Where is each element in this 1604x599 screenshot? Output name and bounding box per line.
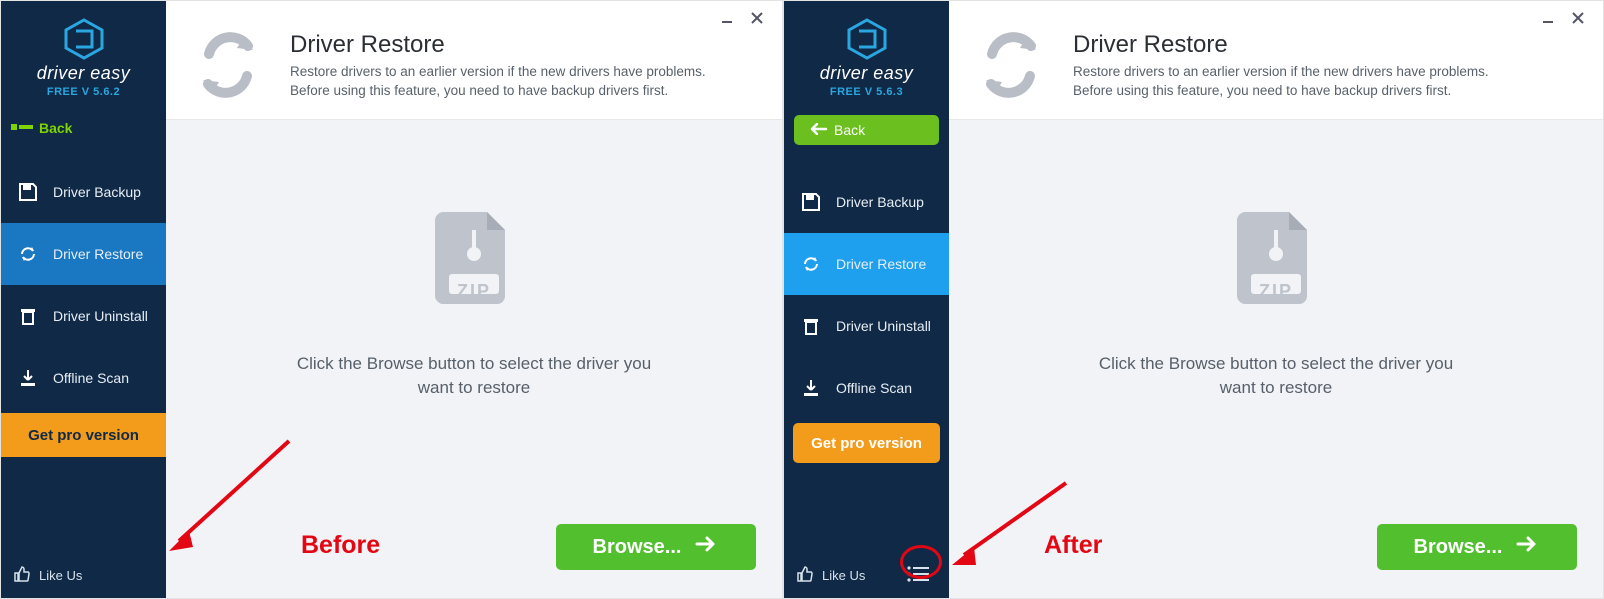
minimize-button[interactable] bbox=[712, 7, 742, 29]
sidebar-item-label: Driver Uninstall bbox=[836, 318, 931, 334]
sidebar-item-driver-restore[interactable]: Driver Restore bbox=[1, 223, 166, 285]
browse-label: Browse... bbox=[593, 536, 682, 559]
get-pro-button[interactable]: Get pro version bbox=[1, 413, 166, 457]
sidebar-item-driver-restore[interactable]: Driver Restore bbox=[784, 233, 949, 295]
sidebar-nav: Driver Backup Driver Restore Driver Unin… bbox=[1, 161, 166, 409]
like-us-button[interactable]: Like Us bbox=[796, 565, 865, 586]
download-icon bbox=[800, 378, 822, 398]
main-panel: Driver Restore Restore drivers to an ear… bbox=[166, 1, 782, 598]
sidebar-bottom-bar: Like Us bbox=[1, 552, 166, 598]
logo-icon bbox=[62, 17, 106, 61]
close-button[interactable] bbox=[1563, 7, 1593, 29]
thumbs-up-icon bbox=[13, 565, 31, 586]
content-area: ZIP Click the Browse button to select th… bbox=[166, 119, 782, 598]
arrow-right-icon bbox=[1516, 535, 1540, 559]
zip-file-icon: ZIP bbox=[1237, 208, 1315, 330]
like-us-label: Like Us bbox=[822, 568, 865, 583]
browse-button[interactable]: Browse... bbox=[556, 524, 756, 570]
sidebar-item-driver-backup[interactable]: Driver Backup bbox=[1, 161, 166, 223]
refresh-icon bbox=[800, 254, 822, 274]
close-button[interactable] bbox=[742, 7, 772, 29]
thumbs-up-icon bbox=[796, 565, 814, 586]
sidebar-item-label: Driver Backup bbox=[53, 184, 141, 200]
trash-icon bbox=[800, 316, 822, 336]
drop-zone-caption: Click the Browse button to select the dr… bbox=[297, 352, 651, 400]
sidebar-item-label: Offline Scan bbox=[836, 380, 912, 396]
main-header: Driver Restore Restore drivers to an ear… bbox=[949, 29, 1603, 119]
get-pro-label: Get pro version bbox=[811, 435, 922, 452]
back-button[interactable]: Back bbox=[794, 115, 939, 145]
like-us-button[interactable]: Like Us bbox=[13, 565, 82, 586]
annotation-after-label: After bbox=[1044, 531, 1102, 560]
restore-header-icon bbox=[188, 31, 268, 99]
arrow-right-icon bbox=[695, 535, 719, 559]
page-description: Restore drivers to an earlier version if… bbox=[1073, 63, 1585, 101]
sidebar-bottom-bar: Like Us bbox=[784, 552, 949, 598]
page-title: Driver Restore bbox=[290, 31, 764, 59]
sidebar-item-label: Driver Backup bbox=[836, 194, 924, 210]
sidebar-item-offline-scan[interactable]: Offline Scan bbox=[1, 347, 166, 409]
drop-zone-caption: Click the Browse button to select the dr… bbox=[1099, 352, 1453, 400]
zip-file-icon: ZIP bbox=[435, 208, 513, 330]
get-pro-button[interactable]: Get pro version bbox=[793, 423, 940, 463]
sidebar-nav: Driver Backup Driver Restore Driver Unin… bbox=[784, 171, 949, 419]
window-controls bbox=[949, 1, 1603, 29]
download-icon bbox=[17, 368, 39, 388]
window-controls bbox=[166, 1, 782, 29]
back-label: Back bbox=[39, 120, 72, 136]
menu-button[interactable] bbox=[899, 560, 937, 590]
refresh-icon bbox=[17, 244, 39, 264]
sidebar-item-label: Driver Restore bbox=[836, 256, 926, 272]
page-title: Driver Restore bbox=[1073, 31, 1585, 59]
brand-text: driver easy bbox=[37, 63, 131, 84]
arrow-left-icon bbox=[11, 120, 33, 136]
sidebar: driver easy FREE V 5.6.3 Back Driver Bac… bbox=[784, 1, 949, 598]
sidebar-item-label: Driver Uninstall bbox=[53, 308, 148, 324]
sidebar-item-label: Offline Scan bbox=[53, 370, 129, 386]
arrow-left-icon bbox=[808, 122, 828, 138]
sidebar: driver easy FREE V 5.6.2 Back Driver Bac… bbox=[1, 1, 166, 598]
browse-button[interactable]: Browse... bbox=[1377, 524, 1577, 570]
save-icon bbox=[800, 192, 822, 212]
logo-block: driver easy FREE V 5.6.2 bbox=[1, 1, 166, 113]
minimize-button[interactable] bbox=[1533, 7, 1563, 29]
trash-icon bbox=[17, 306, 39, 326]
version-text: FREE V 5.6.2 bbox=[47, 86, 120, 98]
logo-icon bbox=[845, 17, 889, 61]
page-description: Restore drivers to an earlier version if… bbox=[290, 63, 764, 101]
app-window-after: driver easy FREE V 5.6.3 Back Driver Bac… bbox=[783, 0, 1604, 599]
restore-header-icon bbox=[971, 31, 1051, 99]
sidebar-item-driver-backup[interactable]: Driver Backup bbox=[784, 171, 949, 233]
sidebar-item-driver-uninstall[interactable]: Driver Uninstall bbox=[1, 285, 166, 347]
drop-zone: ZIP Click the Browse button to select th… bbox=[1099, 208, 1453, 400]
main-header: Driver Restore Restore drivers to an ear… bbox=[166, 29, 782, 119]
sidebar-item-driver-uninstall[interactable]: Driver Uninstall bbox=[784, 295, 949, 357]
annotation-before-label: Before bbox=[301, 531, 380, 560]
sidebar-item-label: Driver Restore bbox=[53, 246, 143, 262]
logo-block: driver easy FREE V 5.6.3 bbox=[784, 1, 949, 113]
back-label: Back bbox=[834, 122, 865, 138]
get-pro-label: Get pro version bbox=[28, 427, 139, 444]
browse-label: Browse... bbox=[1414, 536, 1503, 559]
version-text: FREE V 5.6.3 bbox=[830, 86, 903, 98]
sidebar-item-offline-scan[interactable]: Offline Scan bbox=[784, 357, 949, 419]
back-button[interactable]: Back bbox=[1, 113, 166, 143]
main-panel: Driver Restore Restore drivers to an ear… bbox=[949, 1, 1603, 598]
content-area: ZIP Click the Browse button to select th… bbox=[949, 119, 1603, 598]
drop-zone: ZIP Click the Browse button to select th… bbox=[297, 208, 651, 400]
list-menu-icon bbox=[907, 566, 929, 585]
brand-text: driver easy bbox=[820, 63, 914, 84]
save-icon bbox=[17, 182, 39, 202]
like-us-label: Like Us bbox=[39, 568, 82, 583]
app-window-before: driver easy FREE V 5.6.2 Back Driver Bac… bbox=[0, 0, 783, 599]
